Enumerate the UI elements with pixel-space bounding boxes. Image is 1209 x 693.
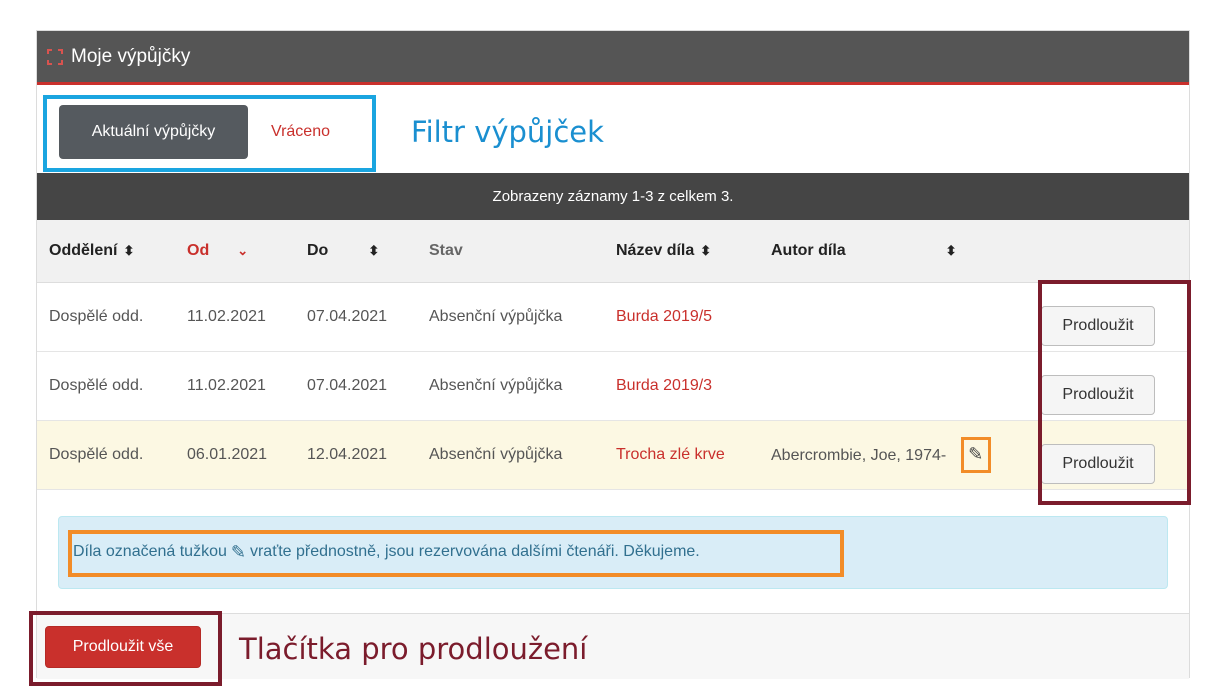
author-text: Abercrombie, Joe, 1974- (771, 446, 947, 464)
title-link[interactable]: Burda 2019/5 (616, 308, 712, 325)
cell-status: Absenční výpůjčka (417, 420, 604, 490)
filter-callout-label: Filtr výpůjček (411, 115, 604, 149)
title-link[interactable]: Trocha zlé krve (616, 446, 725, 463)
info-area: Díla označená tužkou ✎ vraťte přednostně… (37, 490, 1189, 630)
footer-row: Prodloužit vše Tlačítka pro prodloužení (29, 611, 1189, 686)
col-department[interactable]: Oddělení ⬍ (37, 220, 175, 283)
sort-icon: ⬍ (368, 242, 380, 258)
title-link[interactable]: Burda 2019/3 (616, 377, 712, 394)
cell-status: Absenční výpůjčka (417, 351, 604, 421)
alert-callout-frame (68, 529, 844, 577)
cell-author (759, 351, 1029, 421)
cell-author: Abercrombie, Joe, 1974- ✎ (759, 420, 1029, 490)
col-actions (1029, 220, 1189, 283)
cell-to: 07.04.2021 (295, 351, 417, 421)
sort-icon: ⬍ (123, 242, 135, 258)
col-author[interactable]: Autor díla ⬍ (759, 220, 1029, 283)
panel-header: Moje výpůjčky (37, 31, 1189, 85)
cell-department: Dospělé odd. (37, 420, 175, 490)
cell-title: Burda 2019/5 (604, 282, 759, 352)
cell-from: 11.02.2021 (175, 351, 295, 421)
col-status: Stav (417, 220, 604, 283)
filter-callout-frame (43, 95, 376, 172)
col-to[interactable]: Do ⬍ (295, 220, 417, 283)
renew-callout-frame (1038, 280, 1191, 505)
cell-title: Burda 2019/3 (604, 351, 759, 421)
cell-department: Dospělé odd. (37, 351, 175, 421)
table-row: Dospělé odd. 11.02.2021 07.04.2021 Absen… (37, 351, 1189, 421)
cell-from: 11.02.2021 (175, 282, 295, 352)
cell-from: 06.01.2021 (175, 420, 295, 490)
filter-row: Aktuální výpůjčky Vráceno Filtr výpůjček (37, 85, 1189, 173)
pencil-icon: ✎ (960, 436, 991, 473)
cell-status: Absenční výpůjčka (417, 282, 604, 352)
cell-to: 07.04.2021 (295, 282, 417, 352)
loans-panel: Moje výpůjčky Aktuální výpůjčky Vráceno … (29, 30, 1191, 686)
loans-table: Oddělení ⬍ Od ⌄ Do ⬍ Stav Název díla ⬍ Autor… (37, 220, 1189, 490)
renew-callout-label: Tlačítka pro prodloužení (239, 632, 588, 666)
cell-title: Trocha zlé krve (604, 420, 759, 490)
cell-author (759, 282, 1029, 352)
table-row: Dospělé odd. 11.02.2021 07.04.2021 Absen… (37, 282, 1189, 352)
table-row-reserved: Dospělé odd. 06.01.2021 12.04.2021 Absen… (37, 420, 1189, 490)
sort-icon: ⬍ (945, 242, 957, 258)
records-info: Zobrazeny záznamy 1-3 z celkem 3. (492, 188, 734, 205)
page-title: Moje výpůjčky (71, 45, 191, 67)
expand-icon (47, 48, 63, 65)
cell-to: 12.04.2021 (295, 420, 417, 490)
chevron-down-icon: ⌄ (237, 242, 249, 258)
renew-all-callout-frame (29, 611, 222, 686)
records-info-bar: Zobrazeny záznamy 1-3 z celkem 3. (37, 173, 1189, 220)
cell-department: Dospělé odd. (37, 282, 175, 352)
col-title[interactable]: Název díla ⬍ (604, 220, 759, 283)
col-from[interactable]: Od ⌄ (175, 220, 295, 283)
sort-icon: ⬍ (700, 242, 712, 258)
